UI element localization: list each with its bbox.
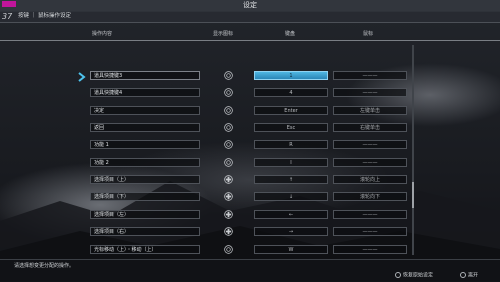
button-prompt-icon <box>395 272 401 278</box>
mouse-binding-cell[interactable]: ——— <box>333 88 407 98</box>
mouse-binding-cell[interactable]: 滚轮向下 <box>333 192 407 202</box>
circle-icon <box>224 105 233 115</box>
header-keyboard: 键盘 <box>285 31 296 37</box>
circle-icon <box>224 71 233 80</box>
table-row[interactable]: 选择项目（上） ↑ 滚轮向上 <box>0 171 500 188</box>
circle-icon <box>224 244 233 254</box>
table-row[interactable]: 道具快捷键3 1 ——— <box>0 67 500 84</box>
header-mouse: 鼠标 <box>363 31 374 37</box>
action-name-cell: 选择项目（右） <box>90 227 200 237</box>
table-row[interactable]: 选择项目（右） → ——— <box>0 223 500 240</box>
mouse-binding-cell[interactable]: ——— <box>333 244 407 254</box>
action-name: 返回 <box>94 125 105 132</box>
keyboard-binding-cell[interactable]: ← <box>254 209 328 219</box>
keyboard-binding-cell[interactable]: R <box>254 140 328 150</box>
action-name-cell: 功能 1 <box>90 140 200 150</box>
keyboard-binding-cell[interactable]: Esc <box>254 123 328 133</box>
action-name: 选择项目（上） <box>94 177 130 184</box>
mouse-binding-cell[interactable]: 左键单击 <box>333 105 407 115</box>
breadcrumb-path: 按键 ｜ 鼠标操作设定 <box>18 13 71 19</box>
keyboard-binding-cell[interactable]: ↑ <box>254 175 328 185</box>
table-row[interactable]: 决定 Enter 左键单击 <box>0 102 500 119</box>
column-headers: 操作内容 显示图标 键盘 鼠标 <box>0 28 500 41</box>
action-name-cell: 返回 <box>90 123 200 133</box>
scrollbar-track[interactable] <box>412 45 414 255</box>
mouse-binding-cell[interactable]: ——— <box>333 209 407 219</box>
action-name: 道具快捷键4 <box>94 90 123 97</box>
action-name: 功能 1 <box>94 142 109 149</box>
table-row[interactable]: 光标移动（上）・移动（上） W ——— <box>0 241 500 258</box>
window-title: 设定 <box>243 1 257 9</box>
dpad-icon <box>224 227 233 236</box>
action-name: 选择项目（右） <box>94 229 130 236</box>
action-name-cell: 选择项目（下） <box>90 192 200 202</box>
table-row[interactable]: 功能 1 R ——— <box>0 136 500 153</box>
dpad-icon <box>224 192 233 202</box>
action-name-cell: 功能 2 <box>90 157 200 167</box>
mouse-binding-cell[interactable]: ——— <box>333 157 407 167</box>
action-name-cell: 选择项目（左） <box>90 209 200 219</box>
action-name: 选择项目（左） <box>94 211 130 218</box>
table-row[interactable]: 选择项目（下） ↓ 滚轮向下 <box>0 188 500 205</box>
mouse-binding-cell[interactable]: 滚轮向上 <box>333 175 407 185</box>
circle-icon <box>224 123 233 132</box>
keyboard-binding-cell[interactable]: W <box>254 244 328 254</box>
keyboard-binding-cell[interactable]: ↓ <box>254 192 328 202</box>
action-name-cell: 道具快捷键4 <box>90 88 200 98</box>
restore-label: 恢复原始设定 <box>403 272 434 279</box>
header-icon: 显示图标 <box>213 31 234 37</box>
breadcrumb: 37 按键 ｜ 鼠标操作设定 <box>0 11 500 23</box>
dpad-icon <box>224 210 233 219</box>
circle-icon <box>224 88 233 98</box>
keyboard-binding-cell[interactable]: Enter <box>254 105 328 115</box>
action-name: 道具快捷键3 <box>94 73 123 79</box>
circle-icon <box>224 158 233 167</box>
action-name: 功能 2 <box>94 159 109 166</box>
action-name: 光标移动（上）・移动（上） <box>94 246 157 253</box>
restore-defaults-button[interactable]: 恢复原始设定 <box>395 272 433 280</box>
mouse-binding-cell[interactable]: ——— <box>333 140 407 150</box>
table-row[interactable]: 选择项目（左） ← ——— <box>0 206 500 223</box>
back-label: 离开 <box>468 272 479 279</box>
table-row[interactable]: 道具快捷键4 4 ——— <box>0 84 500 101</box>
back-button[interactable]: 离开 <box>460 272 478 280</box>
button-prompt-icon <box>460 272 466 278</box>
action-name: 决定 <box>94 107 105 114</box>
scrollbar-thumb[interactable] <box>412 182 414 208</box>
footer-hint: 请选择想变更分配的操作。 <box>14 263 75 269</box>
keyboard-binding-cell[interactable]: 1 <box>254 71 328 80</box>
keyboard-binding-cell[interactable]: → <box>254 227 328 237</box>
header-action: 操作内容 <box>92 31 113 37</box>
table-row[interactable]: 返回 Esc 右键单击 <box>0 119 500 136</box>
table-row[interactable]: 功能 2 I ——— <box>0 154 500 171</box>
action-name: 选择项目（下） <box>94 194 130 201</box>
mouse-binding-cell[interactable]: ——— <box>333 227 407 237</box>
action-name-cell: 道具快捷键3 <box>90 71 200 80</box>
action-name-cell: 光标移动（上）・移动（上） <box>90 244 200 254</box>
page-number: 37 <box>2 12 13 21</box>
keyboard-binding-cell[interactable]: 4 <box>254 88 328 98</box>
mouse-binding-cell[interactable]: 右键单击 <box>333 123 407 133</box>
action-name-cell: 选择项目（上） <box>90 175 200 185</box>
mouse-binding-cell[interactable]: ——— <box>333 71 407 80</box>
circle-icon <box>224 140 233 150</box>
keyboard-binding-cell[interactable]: I <box>254 157 328 167</box>
dpad-icon <box>224 175 233 184</box>
action-name-cell: 决定 <box>90 105 200 115</box>
